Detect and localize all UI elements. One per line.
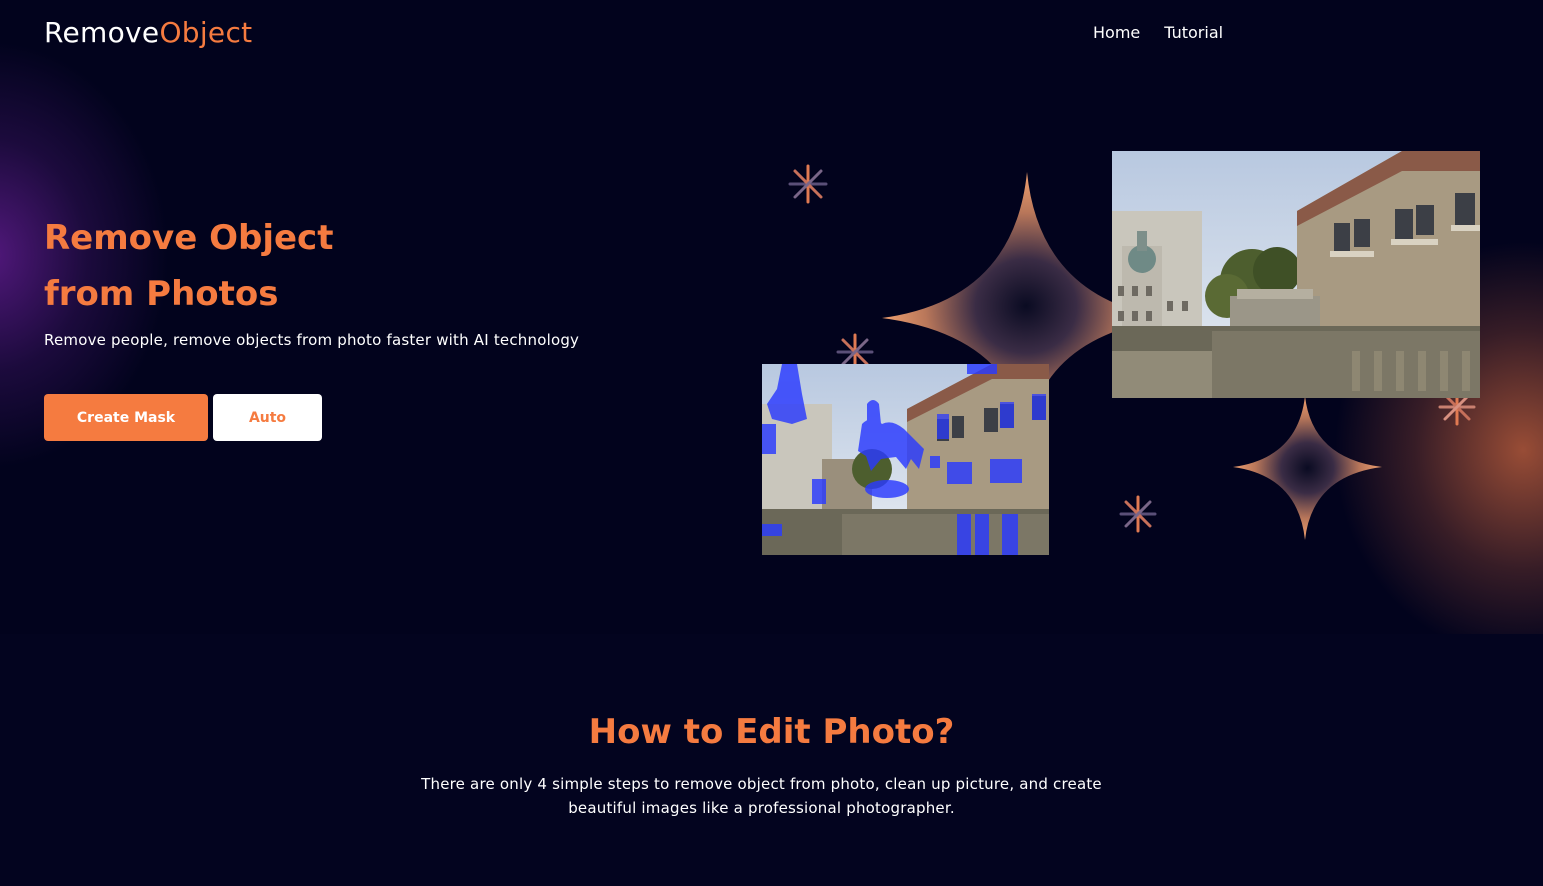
asterisk-icon-4 (1119, 495, 1157, 533)
create-mask-button[interactable]: Create Mask (44, 394, 208, 441)
brand-name-part1: Remove (44, 16, 160, 49)
how-to-title: How to Edit Photo? (588, 712, 955, 752)
hero-title-line1: Remove Object (44, 218, 334, 258)
auto-button[interactable]: Auto (213, 394, 322, 441)
nav-tutorial-link[interactable]: Tutorial (1164, 23, 1223, 42)
main-nav: Home Tutorial (1093, 23, 1223, 42)
brand-logo[interactable]: RemoveObject (44, 16, 252, 49)
result-photo (1112, 151, 1480, 398)
brand-name-part2: Object (159, 16, 253, 49)
how-to-description-line1: There are only 4 simple steps to remove … (421, 775, 1102, 793)
small-sparkle-star (1233, 396, 1382, 540)
hero-subtitle: Remove people, remove objects from photo… (44, 331, 580, 349)
how-to-description-line2: beautiful images like a professional pho… (568, 799, 955, 817)
hero-section: RemoveObject Home Tutorial Remove Object… (0, 0, 1543, 634)
how-to-section (0, 634, 1543, 886)
masked-photo (762, 364, 1049, 555)
nav-home-link[interactable]: Home (1093, 23, 1140, 42)
page: RemoveObject Home Tutorial Remove Object… (0, 0, 1543, 886)
how-to-description: There are only 4 simple steps to remove … (410, 772, 1113, 820)
hero-title: Remove Object from Photos (44, 210, 464, 322)
asterisk-icon-1 (788, 164, 828, 204)
hero-title-line2: from Photos (44, 274, 279, 314)
